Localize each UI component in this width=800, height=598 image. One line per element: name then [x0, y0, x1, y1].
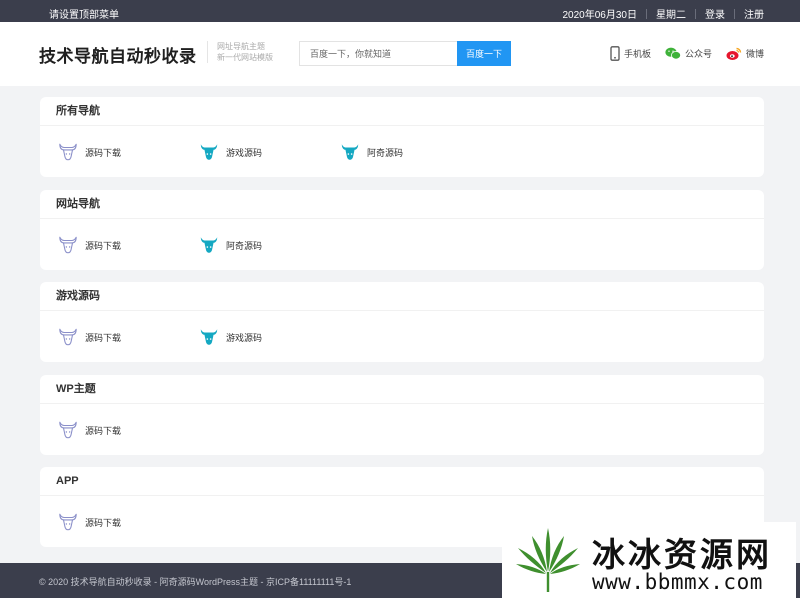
nav-item-label: 源码下载: [85, 147, 122, 158]
section-items: 源码下载 阿奇源码: [40, 219, 764, 257]
watermark-site-name: 冰冰资源网: [592, 535, 772, 574]
watermark: 冰冰资源网 www.bbmmx.com: [502, 522, 796, 598]
nav-item-label: 阿奇源码: [226, 240, 263, 251]
site-header: 技术导航自动秒收录 网址导航主题 新一代网站模版 百度一下 手机板 公众号 微博: [0, 22, 800, 86]
nav-item-label: 游戏源码: [226, 332, 263, 343]
divider: [734, 8, 735, 19]
nav-item-source-download[interactable]: 源码下载: [58, 140, 199, 164]
site-tagline: 网址导航主题 新一代网站模版: [207, 41, 273, 63]
mobile-link[interactable]: 手机板: [610, 46, 651, 61]
nav-item-source-download[interactable]: 源码下载: [58, 325, 199, 349]
mobile-link-label: 手机板: [623, 49, 651, 59]
weekday-text: 星期二: [656, 10, 686, 21]
top-bar-right: 2020年06月30日 星期二 登录 注册: [562, 6, 764, 21]
top-bar: 请设置顶部菜单 2020年06月30日 星期二 登录 注册: [0, 0, 800, 22]
nav-item-source-download[interactable]: 源码下载: [58, 418, 199, 442]
bull-solid-icon: [340, 143, 360, 161]
nav-section-all: 所有导航 源码下载 游戏源码 阿奇源码: [40, 97, 764, 177]
nav-item-source-download[interactable]: 源码下载: [58, 510, 199, 534]
bull-outline-icon: [58, 236, 78, 254]
divider: [646, 8, 647, 19]
section-items: 源码下载: [40, 404, 764, 442]
nav-item-label: 源码下载: [85, 240, 122, 251]
search-form: 百度一下: [299, 41, 511, 66]
wechat-link-label: 公众号: [684, 49, 712, 59]
watermark-url: www.bbmmx.com: [592, 570, 763, 594]
top-menu-link[interactable]: 请设置顶部菜单: [49, 6, 119, 21]
header-links: 手机板 公众号 微博: [596, 46, 764, 61]
nav-item-game-source[interactable]: 游戏源码: [199, 140, 340, 164]
leaf-logo-icon: [516, 528, 580, 592]
date-text: 2020年06月30日: [562, 10, 638, 21]
bull-solid-icon: [199, 236, 219, 254]
section-title: 游戏源码: [40, 282, 764, 311]
wechat-icon: [665, 47, 681, 60]
nav-item-label: 源码下载: [85, 332, 122, 343]
bull-solid-icon: [199, 328, 219, 346]
nav-item-aqi-source[interactable]: 阿奇源码: [340, 140, 481, 164]
bull-outline-icon: [58, 328, 78, 346]
weibo-icon: [726, 47, 742, 60]
nav-section-website: 网站导航 源码下载 阿奇源码: [40, 190, 764, 270]
nav-section-wp-theme: WP主题 源码下载: [40, 375, 764, 455]
section-title: APP: [40, 467, 764, 496]
site-title[interactable]: 技术导航自动秒收录: [39, 42, 197, 67]
section-title: 网站导航: [40, 190, 764, 219]
divider: [695, 8, 696, 19]
section-items: 源码下载 游戏源码: [40, 311, 764, 349]
login-link[interactable]: 登录: [705, 6, 725, 21]
nav-section-game: 游戏源码 源码下载 游戏源码: [40, 282, 764, 362]
nav-item-source-download[interactable]: 源码下载: [58, 233, 199, 257]
section-items: 源码下载 游戏源码 阿奇源码: [40, 126, 764, 164]
register-link[interactable]: 注册: [744, 6, 764, 21]
footer-copyright: © 2020 技术导航自动秒收录 - 阿奇源码WordPress主题 - 京IC…: [39, 577, 352, 587]
weibo-link-label: 微博: [745, 49, 764, 59]
nav-item-label: 阿奇源码: [367, 147, 404, 158]
search-input[interactable]: [299, 41, 457, 66]
search-button[interactable]: 百度一下: [457, 41, 511, 66]
nav-item-game-source[interactable]: 游戏源码: [199, 325, 340, 349]
bull-outline-icon: [58, 143, 78, 161]
nav-item-label: 源码下载: [85, 517, 122, 528]
weibo-link[interactable]: 微博: [726, 47, 764, 61]
phone-icon: [610, 46, 620, 61]
bull-outline-icon: [58, 513, 78, 531]
tagline-line-1: 网址导航主题: [217, 42, 265, 51]
bull-solid-icon: [199, 143, 219, 161]
bull-outline-icon: [58, 421, 78, 439]
nav-item-label: 源码下载: [85, 425, 122, 436]
nav-item-aqi-source[interactable]: 阿奇源码: [199, 233, 340, 257]
wechat-link[interactable]: 公众号: [665, 47, 712, 60]
section-title: 所有导航: [40, 97, 764, 126]
section-title: WP主题: [40, 375, 764, 404]
nav-item-label: 游戏源码: [226, 147, 263, 158]
tagline-line-2: 新一代网站模版: [217, 53, 273, 62]
